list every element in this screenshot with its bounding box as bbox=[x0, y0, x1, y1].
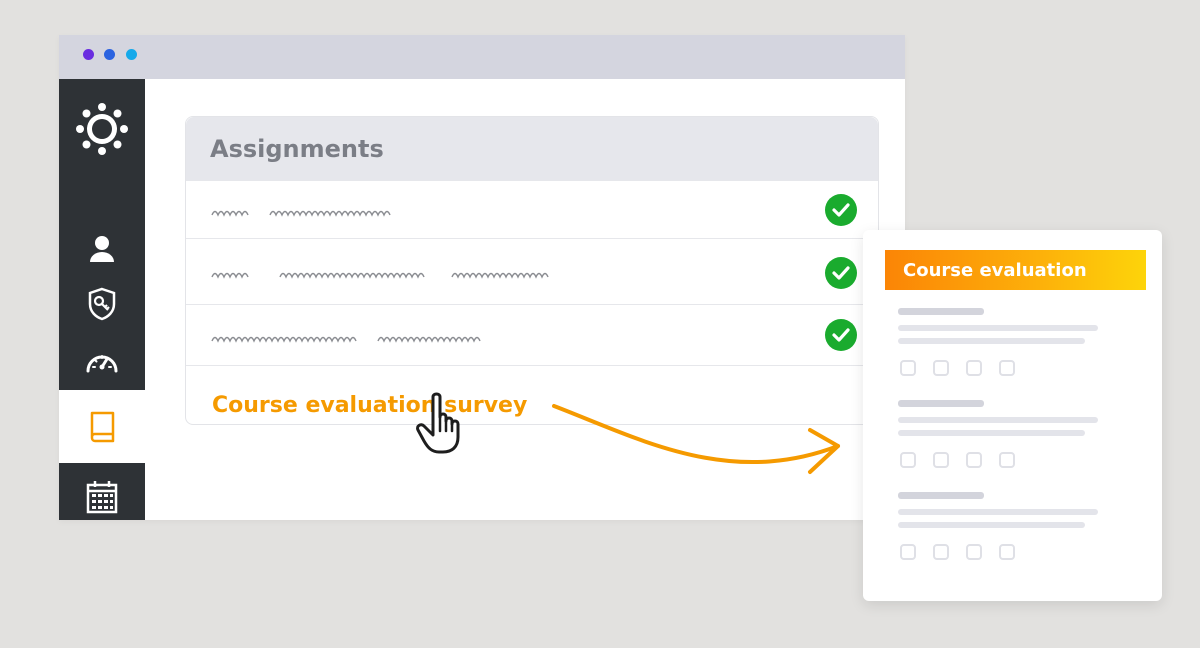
assignments-panel: Assignments Course evaluation survey bbox=[185, 116, 879, 425]
assignments-title: Assignments bbox=[210, 134, 384, 163]
evaluation-question bbox=[898, 400, 1108, 470]
window-titlebar bbox=[59, 35, 905, 79]
rating-option-checkbox[interactable] bbox=[900, 452, 916, 468]
user-icon bbox=[90, 236, 114, 262]
assignment-row[interactable] bbox=[186, 180, 878, 238]
sidebar-item-dashboard[interactable] bbox=[59, 341, 145, 381]
rating-option-checkbox[interactable] bbox=[933, 452, 949, 468]
evaluation-question bbox=[898, 492, 1108, 562]
question-text-placeholder bbox=[898, 522, 1085, 528]
dashboard-gauge-icon bbox=[86, 355, 118, 373]
check-circle-icon bbox=[825, 194, 857, 226]
sidebar-item-account[interactable] bbox=[59, 229, 145, 269]
course-evaluation-title: Course evaluation bbox=[903, 259, 1087, 281]
rating-option-checkbox[interactable] bbox=[966, 544, 982, 560]
rating-option-checkbox[interactable] bbox=[900, 360, 916, 376]
rating-option-checkbox[interactable] bbox=[966, 452, 982, 468]
placeholder-text-scribble bbox=[211, 210, 391, 217]
rating-option-checkbox[interactable] bbox=[900, 544, 916, 560]
evaluation-question bbox=[898, 308, 1108, 378]
rating-option-checkbox[interactable] bbox=[966, 360, 982, 376]
canvas-logo-icon bbox=[76, 103, 128, 155]
assignments-header: Assignments bbox=[186, 117, 878, 180]
hand-pointer-cursor-icon bbox=[416, 392, 460, 454]
book-icon bbox=[90, 411, 115, 442]
question-text-placeholder bbox=[898, 338, 1085, 344]
check-circle-icon bbox=[825, 319, 857, 351]
question-text-placeholder bbox=[898, 430, 1085, 436]
question-text-placeholder bbox=[898, 325, 1098, 331]
curved-arrow-icon bbox=[552, 404, 840, 474]
question-label-placeholder bbox=[898, 492, 984, 499]
placeholder-text-scribble bbox=[211, 336, 481, 343]
question-label-placeholder bbox=[898, 400, 984, 407]
rating-option-checkbox[interactable] bbox=[999, 360, 1015, 376]
sidebar-item-courses[interactable] bbox=[59, 390, 145, 463]
rating-option-checkbox[interactable] bbox=[933, 544, 949, 560]
calendar-icon bbox=[86, 481, 118, 514]
sidebar-item-admin[interactable] bbox=[59, 284, 145, 324]
assignment-row[interactable] bbox=[186, 238, 878, 304]
course-evaluation-header: Course evaluation bbox=[885, 250, 1146, 290]
global-nav-sidebar bbox=[59, 79, 145, 520]
course-evaluation-card: Course evaluation bbox=[863, 230, 1162, 601]
question-text-placeholder bbox=[898, 509, 1098, 515]
rating-option-checkbox[interactable] bbox=[999, 452, 1015, 468]
shield-key-icon bbox=[88, 287, 116, 321]
sidebar-item-logo[interactable] bbox=[59, 99, 145, 159]
window-dot-purple bbox=[83, 49, 94, 60]
window-dot-blue bbox=[104, 49, 115, 60]
question-label-placeholder bbox=[898, 308, 984, 315]
sidebar-item-calendar[interactable] bbox=[59, 477, 145, 517]
rating-option-checkbox[interactable] bbox=[999, 544, 1015, 560]
question-text-placeholder bbox=[898, 417, 1098, 423]
check-circle-icon bbox=[825, 257, 857, 289]
window-dot-cyan bbox=[126, 49, 137, 60]
placeholder-text-scribble bbox=[211, 272, 549, 279]
rating-option-checkbox[interactable] bbox=[933, 360, 949, 376]
assignment-row[interactable] bbox=[186, 304, 878, 365]
course-evaluation-survey-link[interactable]: Course evaluation survey bbox=[212, 393, 527, 418]
